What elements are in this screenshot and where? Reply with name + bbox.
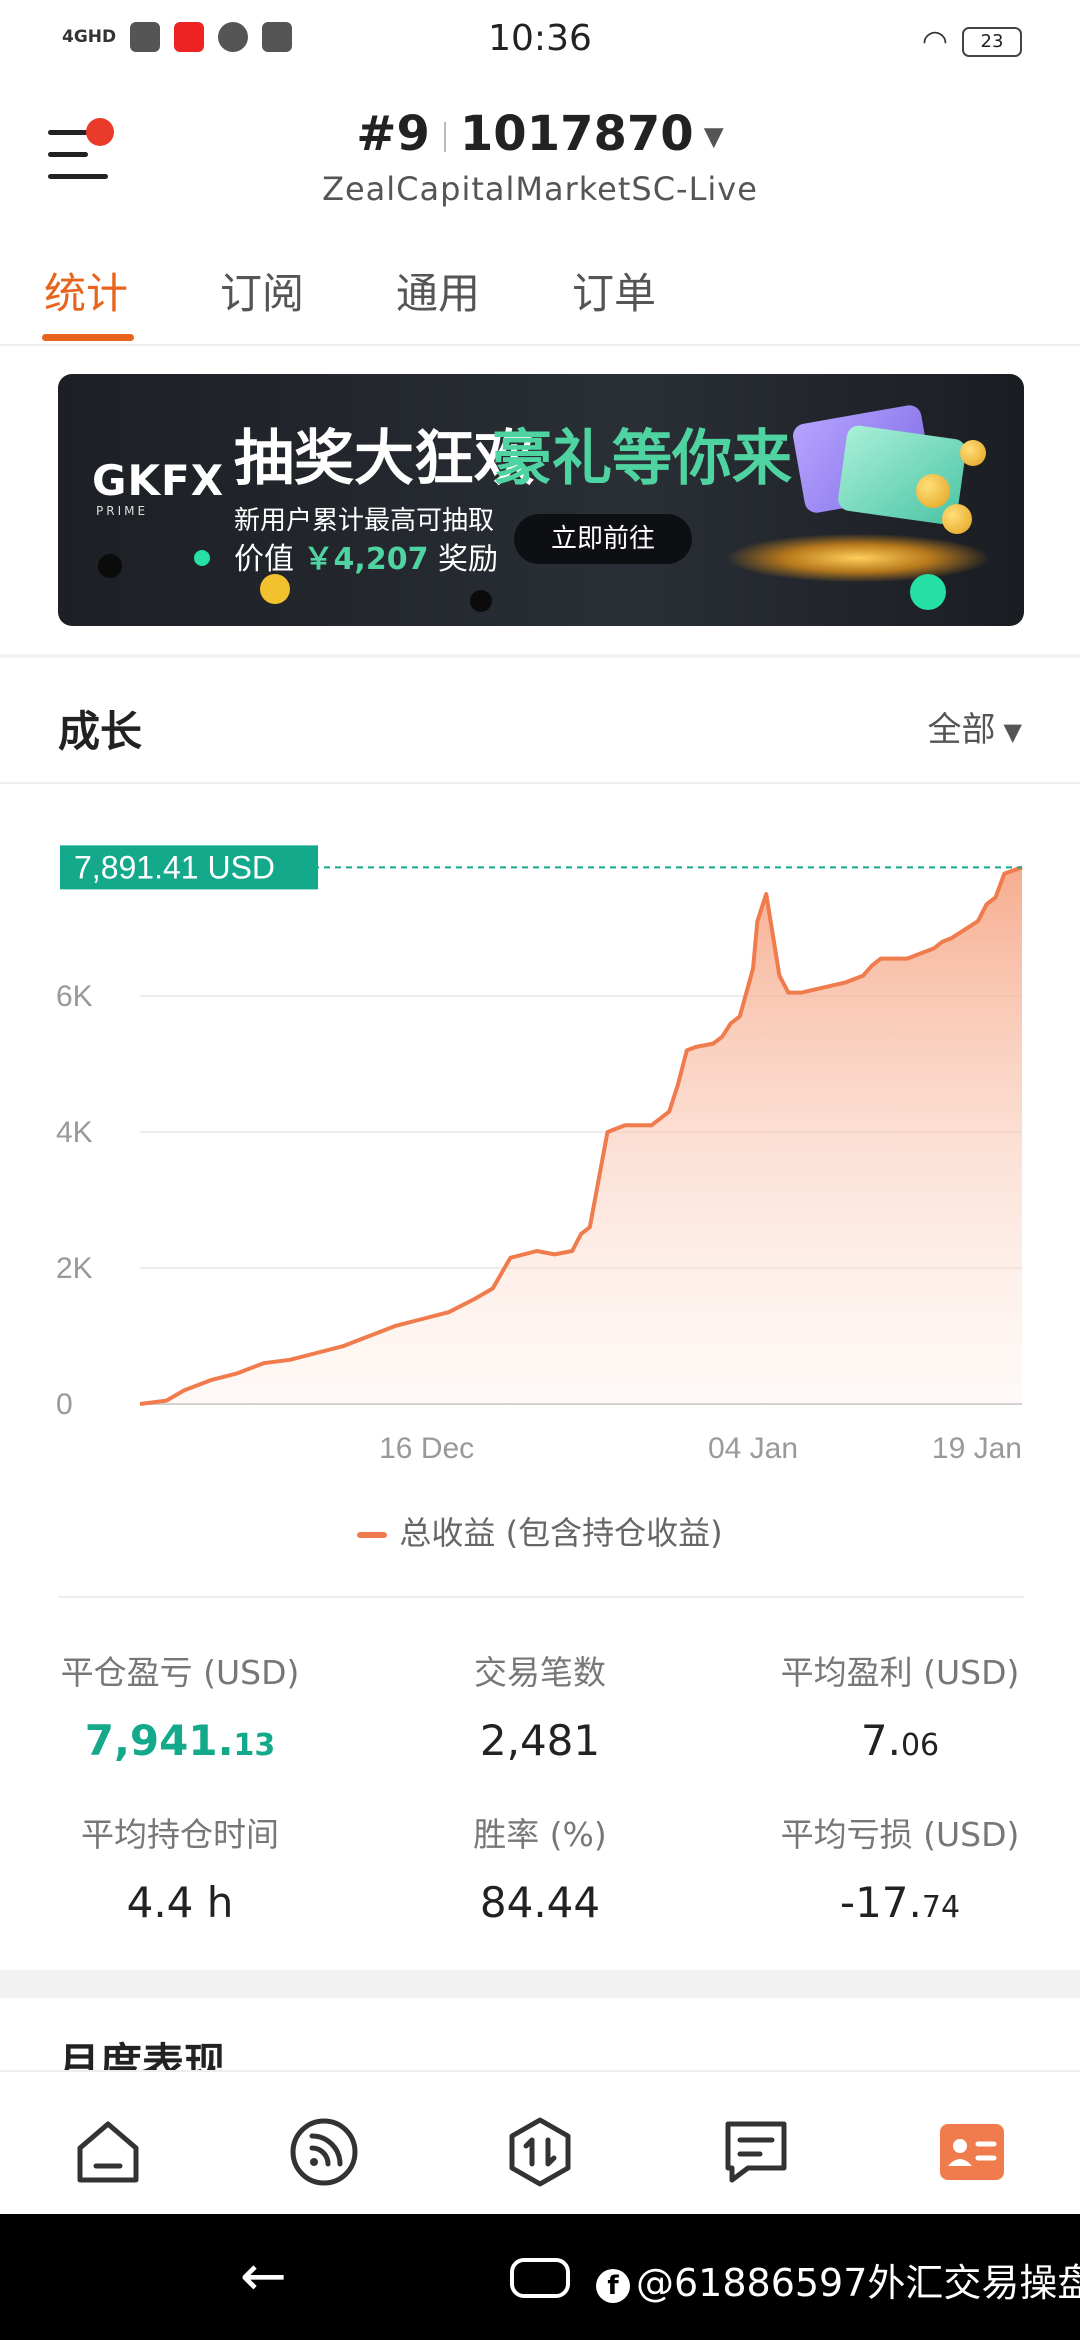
stat-item: 交易笔数 2,481 — [360, 1646, 720, 1765]
stat-label: 平均亏损 (USD) — [780, 1815, 1020, 1854]
banner-line-2: 价值 ￥4,207 奖励 — [234, 542, 498, 577]
y-tick-label: 4K — [56, 1116, 93, 1149]
home-icon[interactable] — [72, 2116, 144, 2188]
stat-label: 交易笔数 — [474, 1653, 606, 1692]
decor-ball — [470, 590, 492, 612]
stat-item: 平仓盈亏 (USD) 7,941.13 — [0, 1646, 360, 1765]
server-name: ZealCapitalMarketSC-Live — [322, 170, 758, 208]
battery-icon: 23 — [962, 26, 1022, 57]
banner-podium — [728, 534, 988, 582]
stat-item: 胜率 (%) 84.44 — [360, 1808, 720, 1927]
stat-value: 7.06 — [860, 1716, 940, 1765]
tab-orders[interactable]: 订单 — [572, 260, 656, 321]
x-tick-label: 16 Dec — [379, 1432, 474, 1465]
y-tick-label: 2K — [56, 1252, 93, 1285]
y-tick-label: 0 — [56, 1388, 73, 1421]
chevron-down-icon: ▼ — [1003, 717, 1022, 746]
stat-label: 平均持仓时间 — [81, 1815, 279, 1854]
stat-label: 平仓盈亏 (USD) — [60, 1653, 300, 1692]
tab-general[interactable]: 通用 — [396, 260, 480, 321]
legend-label: 总收益 (包含持仓收益) — [399, 1514, 723, 1552]
back-icon[interactable]: ← — [240, 2244, 287, 2309]
stat-label: 平均盈利 (USD) — [780, 1653, 1020, 1692]
growth-area — [140, 867, 1022, 1404]
section-divider — [0, 654, 1080, 658]
chat-icon[interactable] — [720, 2116, 792, 2188]
y-tick-label: 6K — [56, 980, 93, 1013]
chart-legend: 总收益 (包含持仓收益) — [0, 1508, 1080, 1554]
growth-title: 成长 — [58, 707, 143, 756]
home-button[interactable] — [510, 2258, 570, 2298]
clock: 10:36 — [488, 18, 592, 59]
status-icons-right: ◠ 23 — [922, 24, 1022, 59]
stat-value: 7,941.13 — [84, 1716, 276, 1765]
promo-banner[interactable]: GKFX PRIME 抽奖大狂欢 豪礼等你来 新用户累计最高可抽取 价值 ￥4,… — [58, 374, 1024, 626]
stat-label: 胜率 (%) — [473, 1815, 607, 1854]
current-value-label: 7,891.41 USD — [74, 849, 275, 885]
stat-item: 平均亏损 (USD) -17.74 — [720, 1808, 1080, 1927]
bottom-nav — [0, 2070, 1080, 2214]
system-nav-bar: ← f@61886597外汇交易操盘手 — [0, 2214, 1080, 2340]
trade-icon[interactable] — [504, 2116, 576, 2188]
banner-line-1: 新用户累计最高可抽取 — [234, 506, 495, 536]
account-switcher[interactable]: #9 1017870 ▼ — [0, 106, 1080, 162]
decor-ball — [910, 574, 946, 610]
banner-headline-a: 抽奖大狂欢 — [234, 424, 534, 494]
tab-statistics[interactable]: 统计 — [44, 260, 128, 321]
facebook-icon: f — [596, 2268, 630, 2303]
account-number: #9 — [356, 106, 430, 162]
chevron-down-icon: ▼ — [703, 122, 724, 152]
active-tab-indicator — [42, 334, 134, 341]
status-bar: 4GHD 10:36 ◠ 23 — [0, 0, 1080, 80]
coin-icon — [942, 504, 972, 534]
coin-icon — [960, 440, 986, 466]
watermark: f@61886597外汇交易操盘手 — [596, 2252, 1080, 2307]
stat-value: 84.44 — [479, 1878, 601, 1927]
banner-headline-b: 豪礼等你来 — [492, 424, 792, 494]
account-id: 1017870 — [459, 106, 694, 162]
x-tick-label: 04 Jan — [708, 1432, 798, 1465]
growth-chart[interactable]: 0 2K 4K 6K 16 Dec 04 Jan 19 Jan 7,891.41 USD — [0, 790, 1080, 1490]
tab-bar: 统计 订阅 通用 订单 — [0, 250, 1080, 346]
banner-logo: GKFX — [92, 456, 225, 505]
stat-item: 平均盈利 (USD) 7.06 — [720, 1646, 1080, 1765]
banner-amount: ￥4,207 — [303, 542, 429, 577]
decor-ball — [194, 550, 210, 566]
range-filter-dropdown[interactable]: 全部 ▼ — [928, 702, 1022, 751]
banner-cta-button[interactable]: 立即前往 — [514, 514, 692, 564]
decor-ball — [260, 574, 290, 604]
legend-swatch — [357, 1532, 388, 1538]
stat-value: -17.74 — [839, 1878, 961, 1927]
tab-subscribe[interactable]: 订阅 — [220, 260, 304, 321]
stat-item: 平均持仓时间 4.4 h — [0, 1808, 360, 1927]
decor-ball — [98, 554, 122, 578]
stat-value: 2,481 — [479, 1716, 601, 1765]
stat-value: 4.4 h — [126, 1878, 234, 1927]
banner-logo-sub: PRIME — [96, 504, 149, 518]
coin-icon — [916, 474, 950, 508]
rss-icon[interactable] — [288, 2116, 360, 2188]
profile-card-icon[interactable] — [936, 2116, 1008, 2188]
monthly-performance-title: 月度表现 — [58, 2039, 227, 2072]
section-divider — [0, 1970, 1080, 1998]
wifi-icon: ◠ — [921, 24, 948, 59]
x-tick-label: 19 Jan — [932, 1432, 1022, 1465]
